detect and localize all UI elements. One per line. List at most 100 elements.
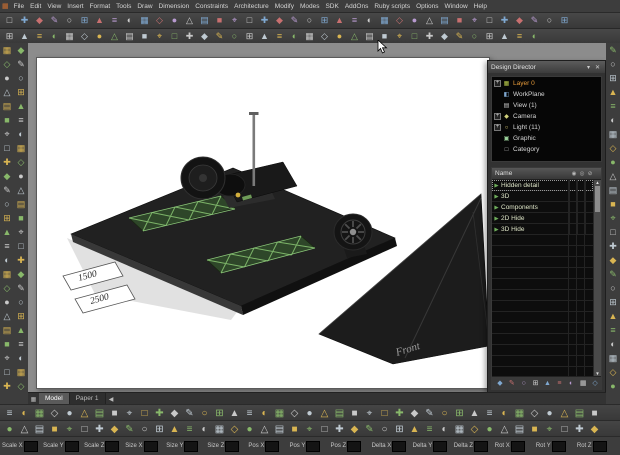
tool-icon[interactable]: ▦ [212,422,227,437]
tool-icon[interactable]: ◇ [317,30,332,43]
tool-icon[interactable]: ◆ [197,30,212,43]
tool-icon[interactable]: ▤ [437,14,452,27]
panel-dropdown-icon[interactable]: ▾ [584,64,593,71]
tree-item-layer-0[interactable]: +▦Layer 0 [493,78,600,89]
tool-icon[interactable]: ▲ [542,380,554,387]
tool-icon[interactable]: △ [606,169,620,183]
tool-icon[interactable]: ● [606,155,620,169]
tool-icon[interactable]: ✎ [47,14,62,27]
status-field-input[interactable] [347,441,361,452]
design-director-titlebar[interactable]: Design Director ▾ ✕ [488,61,605,73]
tool-icon[interactable]: ◆ [14,267,28,281]
status-field-input[interactable] [511,441,525,452]
menu-window[interactable]: Window [442,3,471,10]
tool-icon[interactable]: ■ [212,14,227,27]
tool-icon[interactable]: ⌖ [227,14,242,27]
tool-icon[interactable]: ■ [527,422,542,437]
menu-file[interactable]: File [11,3,27,10]
tool-icon[interactable]: ▤ [197,14,212,27]
tool-icon[interactable]: □ [407,30,422,43]
status-field-input[interactable] [433,441,447,452]
tool-icon[interactable]: ◆ [0,169,14,183]
tool-icon[interactable]: ⌖ [302,422,317,437]
tool-icon[interactable]: ▲ [227,406,242,421]
tool-icon[interactable]: ◇ [606,141,620,155]
tool-icon[interactable]: ▦ [0,267,14,281]
tool-icon[interactable]: ✚ [257,14,272,27]
tool-icon[interactable]: ▤ [332,406,347,421]
tool-icon[interactable]: ◇ [14,379,28,393]
tool-icon[interactable]: ● [302,406,317,421]
tool-icon[interactable]: ▦ [272,406,287,421]
layer-row[interactable]: ▶Hidden detail [492,180,593,191]
tool-icon[interactable]: ◆ [347,422,362,437]
tool-icon[interactable]: △ [557,406,572,421]
layer-row[interactable]: ▶Components [492,202,593,213]
tree-item-view-1-[interactable]: ▤View (1) [493,100,600,111]
tool-icon[interactable]: ● [542,406,557,421]
tool-icon[interactable]: ▲ [467,406,482,421]
tool-icon[interactable]: □ [14,239,28,253]
lock-column-icon[interactable]: ⊘ [586,171,594,177]
tool-icon[interactable]: ▲ [17,30,32,43]
tool-icon[interactable]: ◆ [437,30,452,43]
tool-icon[interactable]: ≡ [14,113,28,127]
tool-icon[interactable]: ◐ [606,337,620,351]
menu-architecture[interactable]: Architecture [231,3,272,10]
tool-icon[interactable]: ✎ [606,43,620,57]
tool-icon[interactable]: ⊞ [14,85,28,99]
tool-icon[interactable]: ◇ [0,57,14,71]
tool-icon[interactable]: ○ [0,197,14,211]
tool-icon[interactable]: ▦ [137,14,152,27]
tool-icon[interactable]: ⌖ [122,406,137,421]
tool-icon[interactable]: ⌖ [0,351,14,365]
menu-view[interactable]: View [44,3,64,10]
tool-icon[interactable]: ◐ [257,406,272,421]
drawing-paper[interactable]: Front 1500 2500 [36,57,490,389]
tool-icon[interactable]: ○ [14,295,28,309]
tool-icon[interactable]: ⌖ [362,406,377,421]
tool-icon[interactable]: ≡ [606,323,620,337]
tool-icon[interactable]: □ [137,406,152,421]
sheet-grid-icon[interactable]: ▦ [28,396,39,403]
tool-icon[interactable]: △ [0,85,14,99]
tool-icon[interactable]: □ [0,141,14,155]
scroll-up-icon[interactable]: ▲ [595,180,599,185]
menu-sdk[interactable]: SDK [322,3,341,10]
tool-icon[interactable]: △ [257,422,272,437]
menu-draw[interactable]: Draw [134,3,155,10]
status-field-input[interactable] [225,441,239,452]
tool-icon[interactable]: ○ [62,14,77,27]
status-field-input[interactable] [474,441,488,452]
layer-flag-cell[interactable] [585,180,593,191]
tool-icon[interactable]: ≡ [482,406,497,421]
status-field-input[interactable] [105,441,119,452]
tool-icon[interactable]: ○ [542,14,557,27]
tool-icon[interactable]: ▦ [377,14,392,27]
tool-icon[interactable]: ≡ [553,380,565,387]
tool-icon[interactable]: ◇ [287,406,302,421]
tool-icon[interactable]: △ [347,30,362,43]
tool-icon[interactable]: □ [0,365,14,379]
tool-icon[interactable]: ◆ [512,14,527,27]
tool-icon[interactable]: ▤ [0,323,14,337]
menu-modify[interactable]: Modify [272,3,297,10]
tool-icon[interactable]: ▲ [14,99,28,113]
tool-icon[interactable]: ◇ [527,406,542,421]
tool-icon[interactable]: ⊞ [14,309,28,323]
tool-icon[interactable]: ◐ [14,127,28,141]
tool-icon[interactable]: ◐ [122,14,137,27]
tool-icon[interactable]: ▲ [332,14,347,27]
tool-icon[interactable]: △ [497,422,512,437]
tool-icon[interactable]: ▲ [0,225,14,239]
tool-icon[interactable]: ○ [606,281,620,295]
tool-icon[interactable]: ◇ [227,422,242,437]
tool-icon[interactable]: ◇ [392,14,407,27]
tool-icon[interactable]: ▤ [572,406,587,421]
tool-icon[interactable]: ◐ [14,351,28,365]
tool-icon[interactable]: ▦ [452,422,467,437]
tool-icon[interactable]: ◐ [362,14,377,27]
tool-icon[interactable]: △ [0,309,14,323]
tool-icon[interactable]: ⊞ [0,211,14,225]
tool-icon[interactable]: ● [62,406,77,421]
